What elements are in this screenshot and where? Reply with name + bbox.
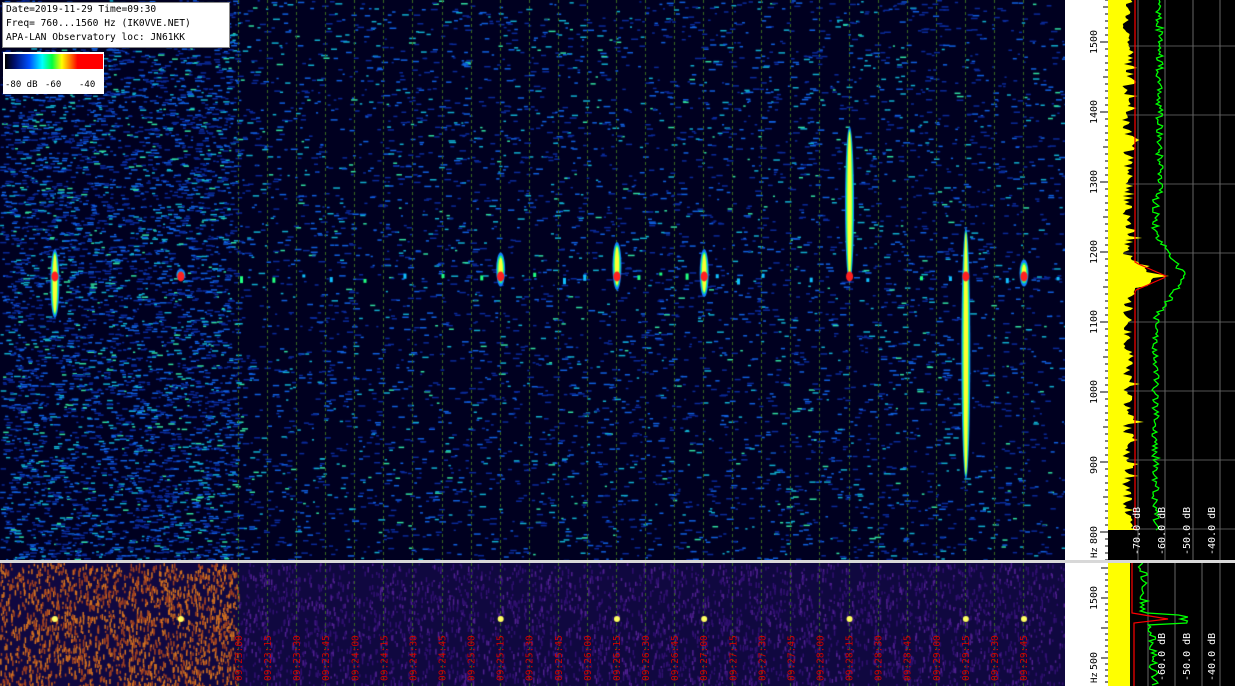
time-tick-label: 09:24:30: [408, 635, 419, 681]
time-tick-label: 09:28:30: [874, 635, 885, 681]
spectrum-plot: -70.0 dB -60.0 dB -50.0 dB -40.0 dB: [1108, 0, 1235, 560]
time-tick-label: 09:23:15: [263, 635, 274, 681]
time-tick-label: 09:25:00: [467, 635, 478, 681]
frequency-tick-label: 800: [1089, 526, 1100, 544]
time-tick-label: 09:28:00: [815, 635, 826, 681]
time-tick-label: 09:28:15: [845, 635, 856, 681]
main-waterfall-spectrogram: [0, 0, 1065, 560]
time-axis-labels: 09:23:00 09:23:15 09:23:30 09:23:45 09:24:00…: [234, 635, 1030, 681]
scale-label-low: -80 dB: [5, 80, 38, 90]
spectrum-bottom-db-label: -40.0 dB: [1207, 633, 1218, 681]
frequency-tick-label: 1200: [1089, 240, 1100, 264]
frequency-axis-background: [1065, 0, 1108, 560]
time-tick-label: 09:26:00: [583, 635, 594, 681]
frequency-tick-label: 1300: [1089, 170, 1100, 194]
time-tick-label: 09:23:00: [234, 635, 245, 681]
frequency-tick-label: 1100: [1089, 310, 1100, 334]
scale-label-high: -40: [79, 80, 96, 90]
frequency-tick-label-bottom: 500: [1089, 652, 1100, 670]
time-tick-label: 09:29:30: [990, 635, 1001, 681]
spectrum-db-label: -40.0 dB: [1207, 507, 1218, 555]
frequency-tick-label: 900: [1089, 456, 1100, 474]
spectrum-db-label: -70.0 dB: [1132, 507, 1143, 555]
time-tick-label: 09:25:45: [554, 635, 565, 681]
spectrum-plot-bottom: -60.0 dB -50.0 dB -40.0 dB: [1108, 563, 1235, 686]
color-scale-legend: -80 dB -60 -40: [3, 52, 104, 94]
time-tick-label: 09:27:45: [786, 635, 797, 681]
time-tick-label: 09:27:15: [728, 635, 739, 681]
time-tick-label: 09:25:30: [525, 635, 536, 681]
time-tick-label: 09:23:30: [292, 635, 303, 681]
frequency-axis-bottom-background: [1065, 563, 1108, 686]
time-tick-label: 09:26:30: [641, 635, 652, 681]
frequency-axis-bottom: 500 1500 Hz: [1065, 563, 1108, 686]
time-tick-label: 09:24:00: [350, 635, 361, 681]
frequency-tick-label: 1000: [1089, 380, 1100, 404]
spectrum-bottom-yellow-series: [1108, 563, 1130, 686]
frequency-unit-label-bottom: Hz: [1090, 672, 1100, 683]
date-label: Date=2019-11-29 Time=09:30: [6, 4, 157, 15]
time-tick-label: 09:26:15: [612, 635, 623, 681]
freq-label: Freq= 760...1560 Hz (IK0VVE.NET): [6, 18, 191, 29]
color-scale-gradient: [5, 54, 103, 69]
spectrum-bottom-db-label: -50.0 dB: [1182, 633, 1193, 681]
location-label: APA-LAN Observatory loc: JN61KK: [6, 32, 186, 43]
scale-label-mid: -60: [45, 80, 62, 90]
time-tick-label: 09:29:15: [961, 635, 972, 681]
time-tick-label: 09:27:30: [757, 635, 768, 681]
time-tick-label: 09:28:45: [903, 635, 914, 681]
frequency-tick-label: 1400: [1089, 100, 1100, 124]
spectrum-bottom-db-label: -60.0 dB: [1157, 633, 1168, 681]
frequency-axis: 800 900 1000 1100 1200 1300 1400 1500 Hz: [1065, 0, 1108, 560]
time-tick-label: 09:24:45: [438, 635, 449, 681]
spectrum-db-label: -60.0 dB: [1157, 507, 1168, 555]
time-tick-label: 09:23:45: [321, 635, 332, 681]
time-tick-label: 09:27:00: [699, 635, 710, 681]
frequency-unit-label: Hz: [1090, 547, 1100, 558]
spectrum-db-label: -50.0 dB: [1182, 507, 1193, 555]
frequency-tick-label-bottom: 1500: [1089, 586, 1100, 610]
time-tick-label: 09:24:15: [379, 635, 390, 681]
time-tick-label: 09:25:15: [496, 635, 507, 681]
frequency-tick-label: 1500: [1089, 30, 1100, 54]
time-tick-label: 09:29:45: [1019, 635, 1030, 681]
time-tick-label: 09:26:45: [670, 635, 681, 681]
time-tick-label: 09:29:00: [932, 635, 943, 681]
info-box: Date=2019-11-29 Time=09:30 Freq= 760...1…: [2, 2, 230, 48]
